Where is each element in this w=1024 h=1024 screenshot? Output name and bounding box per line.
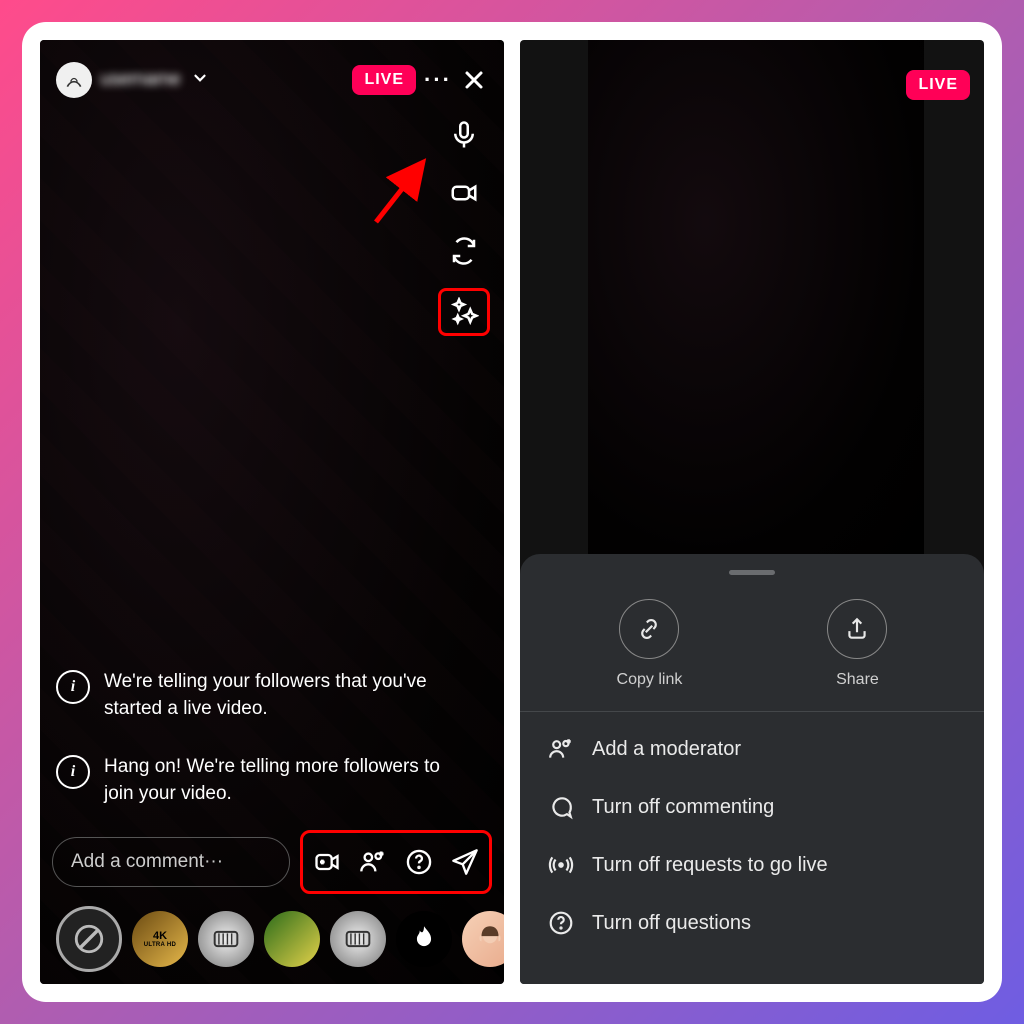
effects-icon[interactable] [438, 288, 490, 336]
live-stream-screen: username LIVE ··· [40, 40, 504, 984]
system-message: i Hang on! We're telling more followers … [56, 753, 474, 808]
questions-icon[interactable] [405, 848, 433, 876]
sheet-grabber[interactable] [729, 570, 775, 575]
camera-icon[interactable] [447, 176, 481, 210]
menu-item-add-moderator[interactable]: Add a moderator [544, 720, 960, 778]
annotation-arrow-icon [368, 156, 432, 230]
filter-silver-hd[interactable] [198, 911, 254, 967]
link-icon [619, 599, 679, 659]
live-action-buttons [300, 830, 492, 894]
gradient-background: username LIVE ··· [0, 0, 1024, 1024]
close-icon[interactable] [460, 66, 488, 94]
menu-item-turn-off-requests[interactable]: Turn off requests to go live [544, 836, 960, 894]
menu-label: Turn off questions [592, 912, 751, 935]
chevron-down-icon[interactable] [191, 69, 209, 92]
menu-item-turn-off-questions[interactable]: Turn off questions [544, 894, 960, 952]
upload-icon [827, 599, 887, 659]
live-side-toolbar [438, 118, 490, 336]
share-icon[interactable] [451, 848, 479, 876]
info-icon: i [56, 670, 90, 704]
share-row: Copy link Share [544, 599, 960, 689]
system-message: i We're telling your followers that you'… [56, 668, 474, 723]
profile-username[interactable]: username [100, 69, 181, 91]
menu-item-turn-off-commenting[interactable]: Turn off commenting [544, 778, 960, 836]
menu-label: Turn off requests to go live [592, 854, 828, 877]
menu-label: Add a moderator [592, 738, 741, 761]
collage-card: username LIVE ··· [22, 22, 1002, 1002]
add-video-icon[interactable] [313, 848, 341, 876]
system-message-list: i We're telling your followers that you'… [56, 668, 474, 808]
options-bottom-sheet: Copy link Share Add a moderator [520, 554, 984, 984]
live-badge: LIVE [906, 70, 970, 100]
system-message-text: We're telling your followers that you've… [104, 668, 474, 723]
share-label: Share [836, 671, 879, 689]
divider [520, 711, 984, 712]
options-menu: Add a moderator Turn off commenting Turn… [544, 720, 960, 952]
comment-input[interactable]: Add a comment··· [52, 837, 290, 887]
live-badge: LIVE [352, 65, 416, 95]
camera-preview-small [588, 40, 924, 560]
comment-bar: Add a comment··· [52, 830, 492, 894]
system-message-text: Hang on! We're telling more followers to… [104, 753, 474, 808]
filter-silver-hd-2[interactable] [330, 911, 386, 967]
filter-4k[interactable]: 4KULTRA HD [132, 911, 188, 967]
microphone-icon[interactable] [447, 118, 481, 152]
filter-gold[interactable] [264, 911, 320, 967]
filter-flame[interactable] [396, 911, 452, 967]
copy-link-button[interactable]: Copy link [617, 599, 683, 689]
menu-label: Turn off commenting [592, 796, 774, 819]
share-button[interactable]: Share [827, 599, 887, 689]
filter-none[interactable] [56, 906, 122, 972]
info-icon: i [56, 755, 90, 789]
live-top-bar: username LIVE ··· [56, 62, 488, 98]
profile-avatar[interactable] [56, 62, 92, 98]
filter-carousel[interactable]: 4KULTRA HD [56, 906, 488, 972]
filter-face[interactable] [462, 911, 504, 967]
copy-link-label: Copy link [617, 671, 683, 689]
live-options-screen: LIVE Copy link Share [520, 40, 984, 984]
add-moderator-icon[interactable] [359, 848, 387, 876]
comment-placeholder: Add a comment··· [71, 851, 223, 873]
more-options-icon[interactable]: ··· [424, 67, 452, 93]
flip-camera-icon[interactable] [447, 234, 481, 268]
